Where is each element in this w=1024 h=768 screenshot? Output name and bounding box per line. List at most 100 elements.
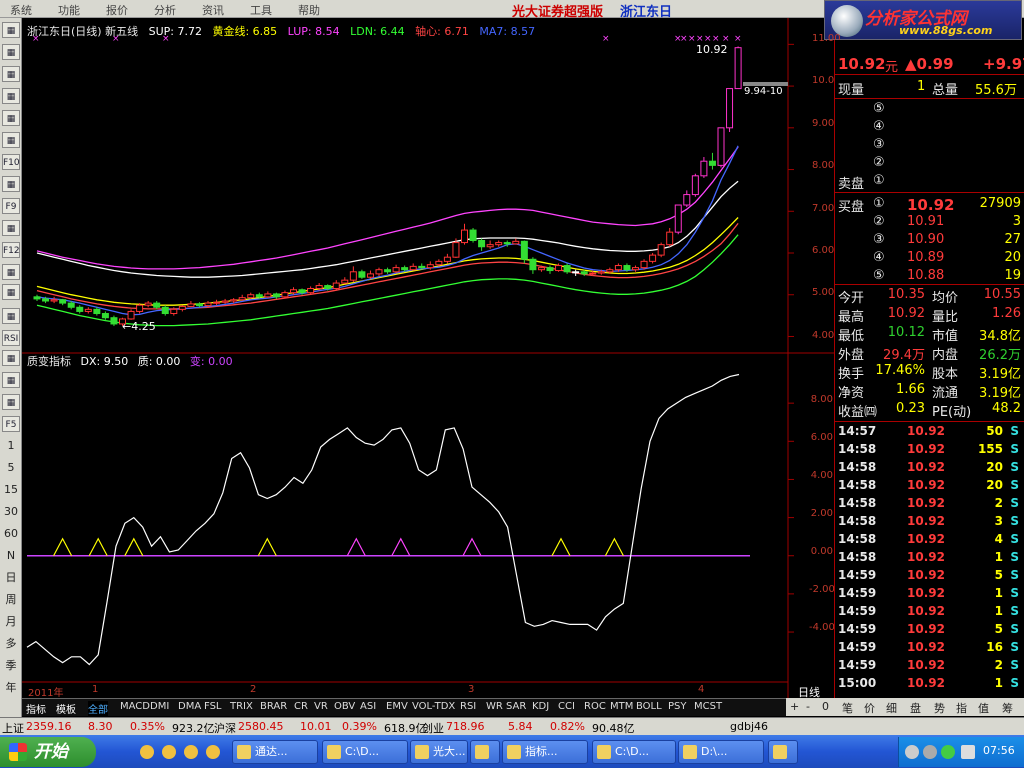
tab-mcst[interactable]: MCST xyxy=(694,701,722,712)
menu-info[interactable]: 资讯 xyxy=(202,2,224,18)
tools-icon[interactable]: ▦ xyxy=(2,350,20,366)
tab-dma[interactable]: DMA xyxy=(178,701,201,712)
flag-icon[interactable]: ▦ xyxy=(2,110,20,126)
candle-body xyxy=(452,242,460,258)
quick-launch-icon[interactable] xyxy=(206,745,220,759)
tab-cci[interactable]: CCI xyxy=(558,701,575,712)
shield-icon[interactable] xyxy=(941,745,955,759)
page-icon[interactable]: ▦ xyxy=(2,220,20,236)
taskbar-button[interactable]: C:\D... xyxy=(592,740,676,764)
right-tab[interactable]: 势 xyxy=(934,700,945,716)
period-button[interactable]: 15 xyxy=(2,482,20,498)
tab-mtm[interactable]: MTM xyxy=(610,701,633,712)
period-button[interactable]: 日 xyxy=(2,570,20,586)
tab-trix[interactable]: TRIX xyxy=(230,701,253,712)
tab-psy[interactable]: PSY xyxy=(668,701,687,712)
menu-analysis[interactable]: 分析 xyxy=(154,2,176,18)
tab-emv[interactable]: EMV xyxy=(386,701,408,712)
tab-macd[interactable]: MACD xyxy=(120,701,150,712)
right-tab[interactable]: 筹 xyxy=(1002,700,1013,716)
right-tab[interactable]: 笔 xyxy=(842,700,853,716)
quick-launch-icon[interactable] xyxy=(184,745,198,759)
buy-level-row[interactable]: ② 10.91 3 xyxy=(835,213,1024,231)
tray-icon[interactable] xyxy=(923,745,937,759)
tab-roc[interactable]: ROC xyxy=(584,701,606,712)
right-tab[interactable]: 盘 xyxy=(910,700,921,716)
right-tab[interactable]: 指 xyxy=(956,700,967,716)
stat-row: 净资 1.66 流通 3.19亿 xyxy=(835,381,1024,401)
list-icon[interactable]: ▦ xyxy=(2,44,20,60)
buy-level-row[interactable]: ④ 10.89 20 xyxy=(835,249,1024,267)
tab-指标[interactable]: 指标 xyxy=(26,701,46,716)
period-button[interactable]: 多 xyxy=(2,636,20,652)
tab-sar[interactable]: SAR xyxy=(506,701,526,712)
tray-icon[interactable] xyxy=(905,745,919,759)
calc-icon[interactable]: ▦ xyxy=(2,264,20,280)
buy-level-row[interactable]: 买盘 ① 10.92 27909 xyxy=(835,195,1024,215)
wave-icon[interactable]: ▦ xyxy=(2,308,20,324)
period-button[interactable]: 周 xyxy=(2,592,20,608)
taskbar-button[interactable] xyxy=(768,740,798,764)
network-icon[interactable] xyxy=(961,745,975,759)
table-icon[interactable]: ▦ xyxy=(2,22,20,38)
quick-launch-icon[interactable] xyxy=(162,745,176,759)
clock: 07:56 xyxy=(983,744,1015,757)
menu-help[interactable]: 帮助 xyxy=(298,2,320,18)
search-icon[interactable]: ▦ xyxy=(2,284,20,300)
tab-rsi[interactable]: RSI xyxy=(460,701,476,712)
toolbar-f9-button[interactable]: F9 xyxy=(2,198,20,214)
index-value: 2359.16 xyxy=(26,720,72,733)
period-button[interactable]: 60 xyxy=(2,526,20,542)
tab-vr[interactable]: VR xyxy=(314,701,328,712)
taskbar-button[interactable]: 指标... xyxy=(502,740,588,764)
tab-boll[interactable]: BOLL xyxy=(636,701,662,712)
toolbar-rsi-button[interactable]: RSI xyxy=(2,330,20,346)
menu-function[interactable]: 功能 xyxy=(58,2,80,18)
toolbar-f5-button[interactable]: F5 xyxy=(2,416,20,432)
right-tab[interactable]: 值 xyxy=(978,700,989,716)
taskbar-button[interactable]: C:\D... xyxy=(322,740,408,764)
toolbar-f10-button[interactable]: F10 xyxy=(2,154,20,170)
period-button[interactable]: 季 xyxy=(2,658,20,674)
tab-vol-tdx[interactable]: VOL-TDX xyxy=(412,701,455,712)
menu-quote[interactable]: 报价 xyxy=(106,2,128,18)
window-icon[interactable]: ▦ xyxy=(2,132,20,148)
right-tab[interactable]: + xyxy=(790,700,799,713)
menu-system[interactable]: 系统 xyxy=(10,2,32,18)
period-button[interactable]: 月 xyxy=(2,614,20,630)
tab-kdj[interactable]: KDJ xyxy=(532,701,549,712)
line-chart-icon[interactable]: ▦ xyxy=(2,66,20,82)
buy-level-row[interactable]: ③ 10.90 27 xyxy=(835,231,1024,249)
tab-全部[interactable]: 全部 xyxy=(88,701,108,716)
right-tab[interactable]: 细 xyxy=(886,700,897,716)
period-button[interactable]: 5 xyxy=(2,460,20,476)
tab-cr[interactable]: CR xyxy=(294,701,308,712)
taskbar-button[interactable] xyxy=(470,740,500,764)
taskbar-button[interactable]: 光大... xyxy=(410,740,468,764)
exit-icon[interactable]: ▦ xyxy=(2,394,20,410)
tab-wr[interactable]: WR xyxy=(486,701,503,712)
right-tab[interactable]: 0 xyxy=(822,700,829,713)
tab-obv[interactable]: OBV xyxy=(334,701,355,712)
menu-tools[interactable]: 工具 xyxy=(250,2,272,18)
period-button[interactable]: 年 xyxy=(2,680,20,696)
quick-launch-icon[interactable] xyxy=(140,745,154,759)
period-button[interactable]: 30 xyxy=(2,504,20,520)
taskbar-button[interactable]: 通达... xyxy=(232,740,318,764)
toolbar-f12-button[interactable]: F12 xyxy=(2,242,20,258)
tab-brar[interactable]: BRAR xyxy=(260,701,287,712)
candle-icon[interactable]: ▦ xyxy=(2,88,20,104)
news-icon[interactable]: ▦ xyxy=(2,176,20,192)
move-icon[interactable]: ▦ xyxy=(2,372,20,388)
tab-dmi[interactable]: DMI xyxy=(150,701,169,712)
buy-level-row[interactable]: ⑤ 10.88 19 xyxy=(835,267,1024,285)
right-tab[interactable]: - xyxy=(806,700,810,713)
tab-asi[interactable]: ASI xyxy=(360,701,376,712)
period-button[interactable]: 1 xyxy=(2,438,20,454)
period-button[interactable]: N xyxy=(2,548,20,564)
start-button[interactable]: 开始 xyxy=(0,737,96,767)
taskbar-button[interactable]: D:\... xyxy=(678,740,764,764)
tab-fsl[interactable]: FSL xyxy=(204,701,222,712)
tab-模板[interactable]: 模板 xyxy=(56,701,76,716)
right-tab[interactable]: 价 xyxy=(864,700,875,716)
